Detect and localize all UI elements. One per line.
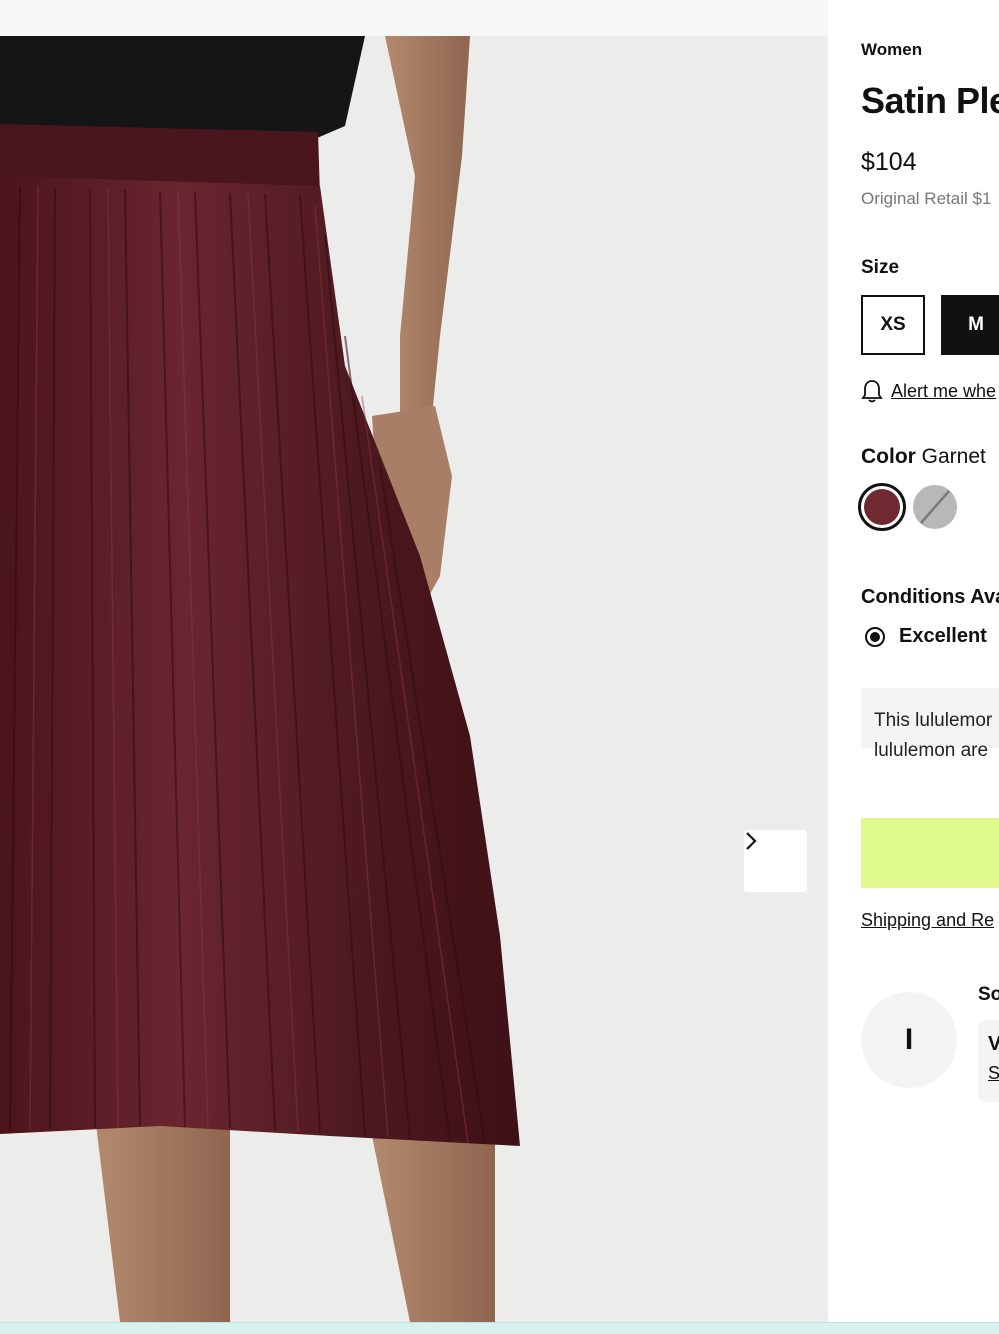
chevron-right-icon — [746, 832, 757, 850]
product-title: Satin Ple — [861, 80, 999, 121]
info-line-1: This lululemor — [874, 710, 993, 731]
info-line-2: lululemon are — [874, 740, 989, 761]
add-to-bag-button[interactable] — [861, 818, 999, 888]
stock-alert-row: Alert me whe — [861, 378, 996, 404]
bottom-strip — [0, 1322, 999, 1334]
product-details-panel: Women Satin Ple $104 Original Retail $1 … — [828, 0, 999, 1322]
next-image-button[interactable] — [744, 830, 807, 892]
seller-avatar: I — [861, 992, 957, 1088]
color-row: Color Garnet — [861, 445, 986, 469]
seller-section-heading: So — [978, 984, 999, 1005]
condition-info-box: This lululemor lululemon are — [861, 688, 999, 761]
product-category: Women — [861, 40, 923, 59]
size-option-m[interactable]: M — [941, 295, 999, 355]
product-photo — [0, 36, 520, 1322]
condition-option-excellent[interactable]: Excellent — [865, 625, 987, 648]
product-price: $104 — [861, 148, 917, 176]
alert-me-link[interactable]: Alert me whe — [891, 381, 996, 402]
unavailable-slash-icon — [920, 490, 950, 524]
seller-name: V — [988, 1033, 999, 1055]
shipping-returns-link[interactable]: Shipping and Re — [861, 910, 994, 931]
original-retail-price: Original Retail $1 — [861, 189, 992, 208]
product-image-gallery — [0, 36, 828, 1322]
condition-option-label: Excellent — [899, 625, 987, 647]
swatch-fill — [864, 489, 900, 525]
size-option-xs[interactable]: XS — [861, 295, 925, 355]
color-swatch-grey-unavailable[interactable] — [913, 485, 957, 529]
color-swatch-garnet[interactable] — [858, 483, 906, 531]
size-label: Size — [861, 257, 900, 278]
seller-link[interactable]: S — [988, 1063, 999, 1084]
bell-icon — [861, 380, 883, 403]
radio-selected-icon[interactable] — [865, 626, 885, 647]
color-label: Color — [861, 445, 916, 468]
conditions-label: Conditions Ava — [861, 586, 999, 608]
color-selected-name: Garnet — [921, 445, 986, 468]
